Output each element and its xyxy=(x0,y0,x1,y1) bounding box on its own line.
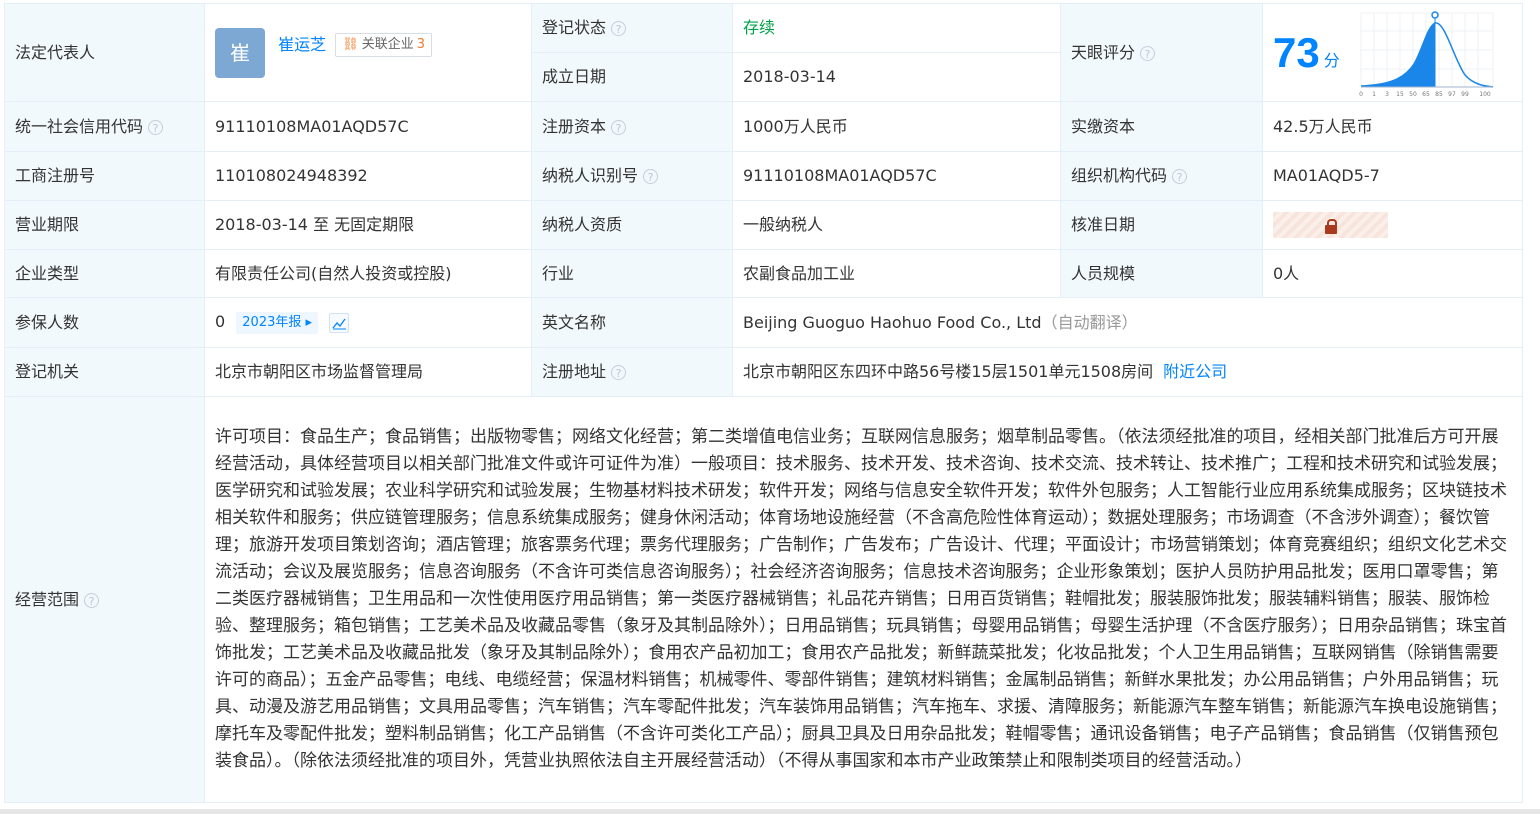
legal-rep-cell: 崔 崔运芝 ⛓ 关联企业 3 xyxy=(204,3,532,102)
credit-code-label: 统一社会信用代码 xyxy=(15,116,144,136)
avatar[interactable]: 崔 xyxy=(215,27,265,78)
help-circle-icon[interactable]: ? xyxy=(1140,45,1156,61)
help-circle-icon[interactable]: ? xyxy=(611,21,627,36)
reg-status-value: 存续 xyxy=(732,3,1061,53)
insured-value: 0 xyxy=(215,312,226,332)
annual-report-year-button[interactable]: 2023年报 ▸ xyxy=(236,311,319,334)
credit-code-value: 91110108MA01AQD57C xyxy=(215,116,409,136)
taxpayer-qual-label: 纳税人资质 xyxy=(542,215,623,234)
reg-address-value: 北京市朝阳区东四环中路56号楼15层1501单元1508房间 xyxy=(743,362,1154,381)
english-name-value: Beijing Guoguo Haohuo Food Co., Ltd xyxy=(743,312,1042,332)
industry-value: 农副食品加工业 xyxy=(743,263,856,283)
reg-address-label: 注册地址 xyxy=(542,362,607,381)
related-company-icon: ⛓ xyxy=(342,36,359,52)
staff-size-value: 0人 xyxy=(1273,263,1300,283)
table-row: 经营范围? 许可项目：食品生产；食品销售；出版物零售；网络文化经营；第二类增值电… xyxy=(4,396,1523,803)
company-type-value: 有限责任公司(自然人投资或控股) xyxy=(215,263,452,283)
auto-translate-note: （自动翻译） xyxy=(1041,312,1138,332)
staff-size-label: 人员规模 xyxy=(1071,263,1136,283)
tianyan-score-label: 天眼评分? xyxy=(1060,3,1263,102)
help-circle-icon[interactable]: ? xyxy=(611,365,627,380)
taxpayer-qual-value: 一般纳税人 xyxy=(743,215,824,234)
company-info-table: 法定代表人 崔 崔运芝 ⛓关联企业3 登记状态? 存续 天眼评分? 73分 xyxy=(4,3,1523,803)
help-circle-icon[interactable]: ? xyxy=(148,119,164,135)
tianyan-score-value: 73 xyxy=(1273,28,1320,76)
business-scope-text: 许可项目：食品生产；食品销售；出版物零售；网络文化经营；第二类增值电信业务；互联… xyxy=(215,427,1507,771)
axis-tick: 100 xyxy=(1479,91,1491,97)
found-date-label: 成立日期 xyxy=(531,52,733,102)
biz-reg-no-label: 工商注册号 xyxy=(15,166,96,185)
axis-tick: 15 xyxy=(1396,91,1404,97)
biz-reg-no-value: 110108024948392 xyxy=(215,166,368,185)
axis-tick: 0 xyxy=(1359,91,1363,97)
help-circle-icon[interactable]: ? xyxy=(84,592,100,608)
axis-tick: 85 xyxy=(1435,91,1443,97)
org-code-value: MA01AQD5-7 xyxy=(1273,166,1380,185)
table-row: 工商注册号 110108024948392 纳税人识别号? 91110108MA… xyxy=(4,151,1523,201)
table-row: 企业类型 有限责任公司(自然人投资或控股) 行业 农副食品加工业 人员规模 0人 xyxy=(4,249,1523,298)
company-type-label: 企业类型 xyxy=(15,263,80,283)
table-row: 参保人数 0 2023年报 ▸ 英文名称 Beijing Guoguo Haoh… xyxy=(4,297,1523,348)
reg-authority-value: 北京市朝阳区市场监督管理局 xyxy=(215,362,424,381)
org-code-label: 组织机构代码 xyxy=(1071,166,1168,185)
lock-icon xyxy=(1324,219,1337,234)
english-name-label: 英文名称 xyxy=(542,312,607,332)
help-circle-icon[interactable]: ? xyxy=(643,169,659,184)
reg-status-label: 登记状态? xyxy=(531,3,733,53)
tianyan-score-cell[interactable]: 73 分 0 1 3 15 50 65 85 97 99 100 xyxy=(1262,3,1523,102)
found-date-value: 2018-03-14 xyxy=(732,52,1061,102)
table-row: 营业期限 2018-03-14 至 无固定期限 纳税人资质 一般纳税人 核准日期 xyxy=(4,200,1523,250)
axis-tick: 65 xyxy=(1422,91,1430,97)
tianyan-score-unit: 分 xyxy=(1323,50,1340,70)
industry-label: 行业 xyxy=(542,263,575,283)
approval-date-label: 核准日期 xyxy=(1071,215,1136,234)
insured-label: 参保人数 xyxy=(15,312,80,332)
reg-capital-value: 1000万人民币 xyxy=(743,116,848,136)
related-company-badge[interactable]: ⛓ 关联企业 3 xyxy=(335,32,433,57)
taxpayer-id-label: 纳税人识别号 xyxy=(542,166,639,185)
reg-authority-label: 登记机关 xyxy=(15,362,80,381)
taxpayer-id-value: 91110108MA01AQD57C xyxy=(743,166,937,185)
nearby-companies-link[interactable]: 附近公司 xyxy=(1163,362,1227,381)
reg-capital-label: 注册资本 xyxy=(542,116,607,136)
business-term-label: 营业期限 xyxy=(15,215,80,234)
locked-value-button[interactable] xyxy=(1273,212,1388,238)
business-term-value: 2018-03-14 至 无固定期限 xyxy=(215,215,415,234)
page-bottom-divider xyxy=(0,809,1540,814)
axis-tick: 99 xyxy=(1461,91,1469,97)
axis-tick: 50 xyxy=(1409,91,1417,97)
score-distribution-chart: 0 1 3 15 50 65 85 97 99 100 xyxy=(1359,10,1494,98)
business-scope-label: 经营范围 xyxy=(15,589,80,609)
axis-tick: 1 xyxy=(1372,91,1376,97)
axis-tick: 3 xyxy=(1385,91,1389,97)
table-row: 统一社会信用代码? 91110108MA01AQD57C 注册资本? 1000万… xyxy=(4,101,1523,152)
trend-chart-icon[interactable] xyxy=(329,312,350,333)
help-circle-icon[interactable]: ? xyxy=(1172,169,1188,184)
table-row: 登记机关 北京市朝阳区市场监督管理局 注册地址? 北京市朝阳区东四环中路56号楼… xyxy=(4,347,1523,397)
axis-tick: 97 xyxy=(1448,91,1456,97)
paid-capital-label: 实缴资本 xyxy=(1071,116,1136,136)
paid-capital-value: 42.5万人民币 xyxy=(1273,116,1373,136)
legal-rep-label: 法定代表人 xyxy=(4,3,205,102)
help-circle-icon[interactable]: ? xyxy=(611,119,627,135)
legal-rep-name-link[interactable]: 崔运芝 xyxy=(278,35,326,54)
